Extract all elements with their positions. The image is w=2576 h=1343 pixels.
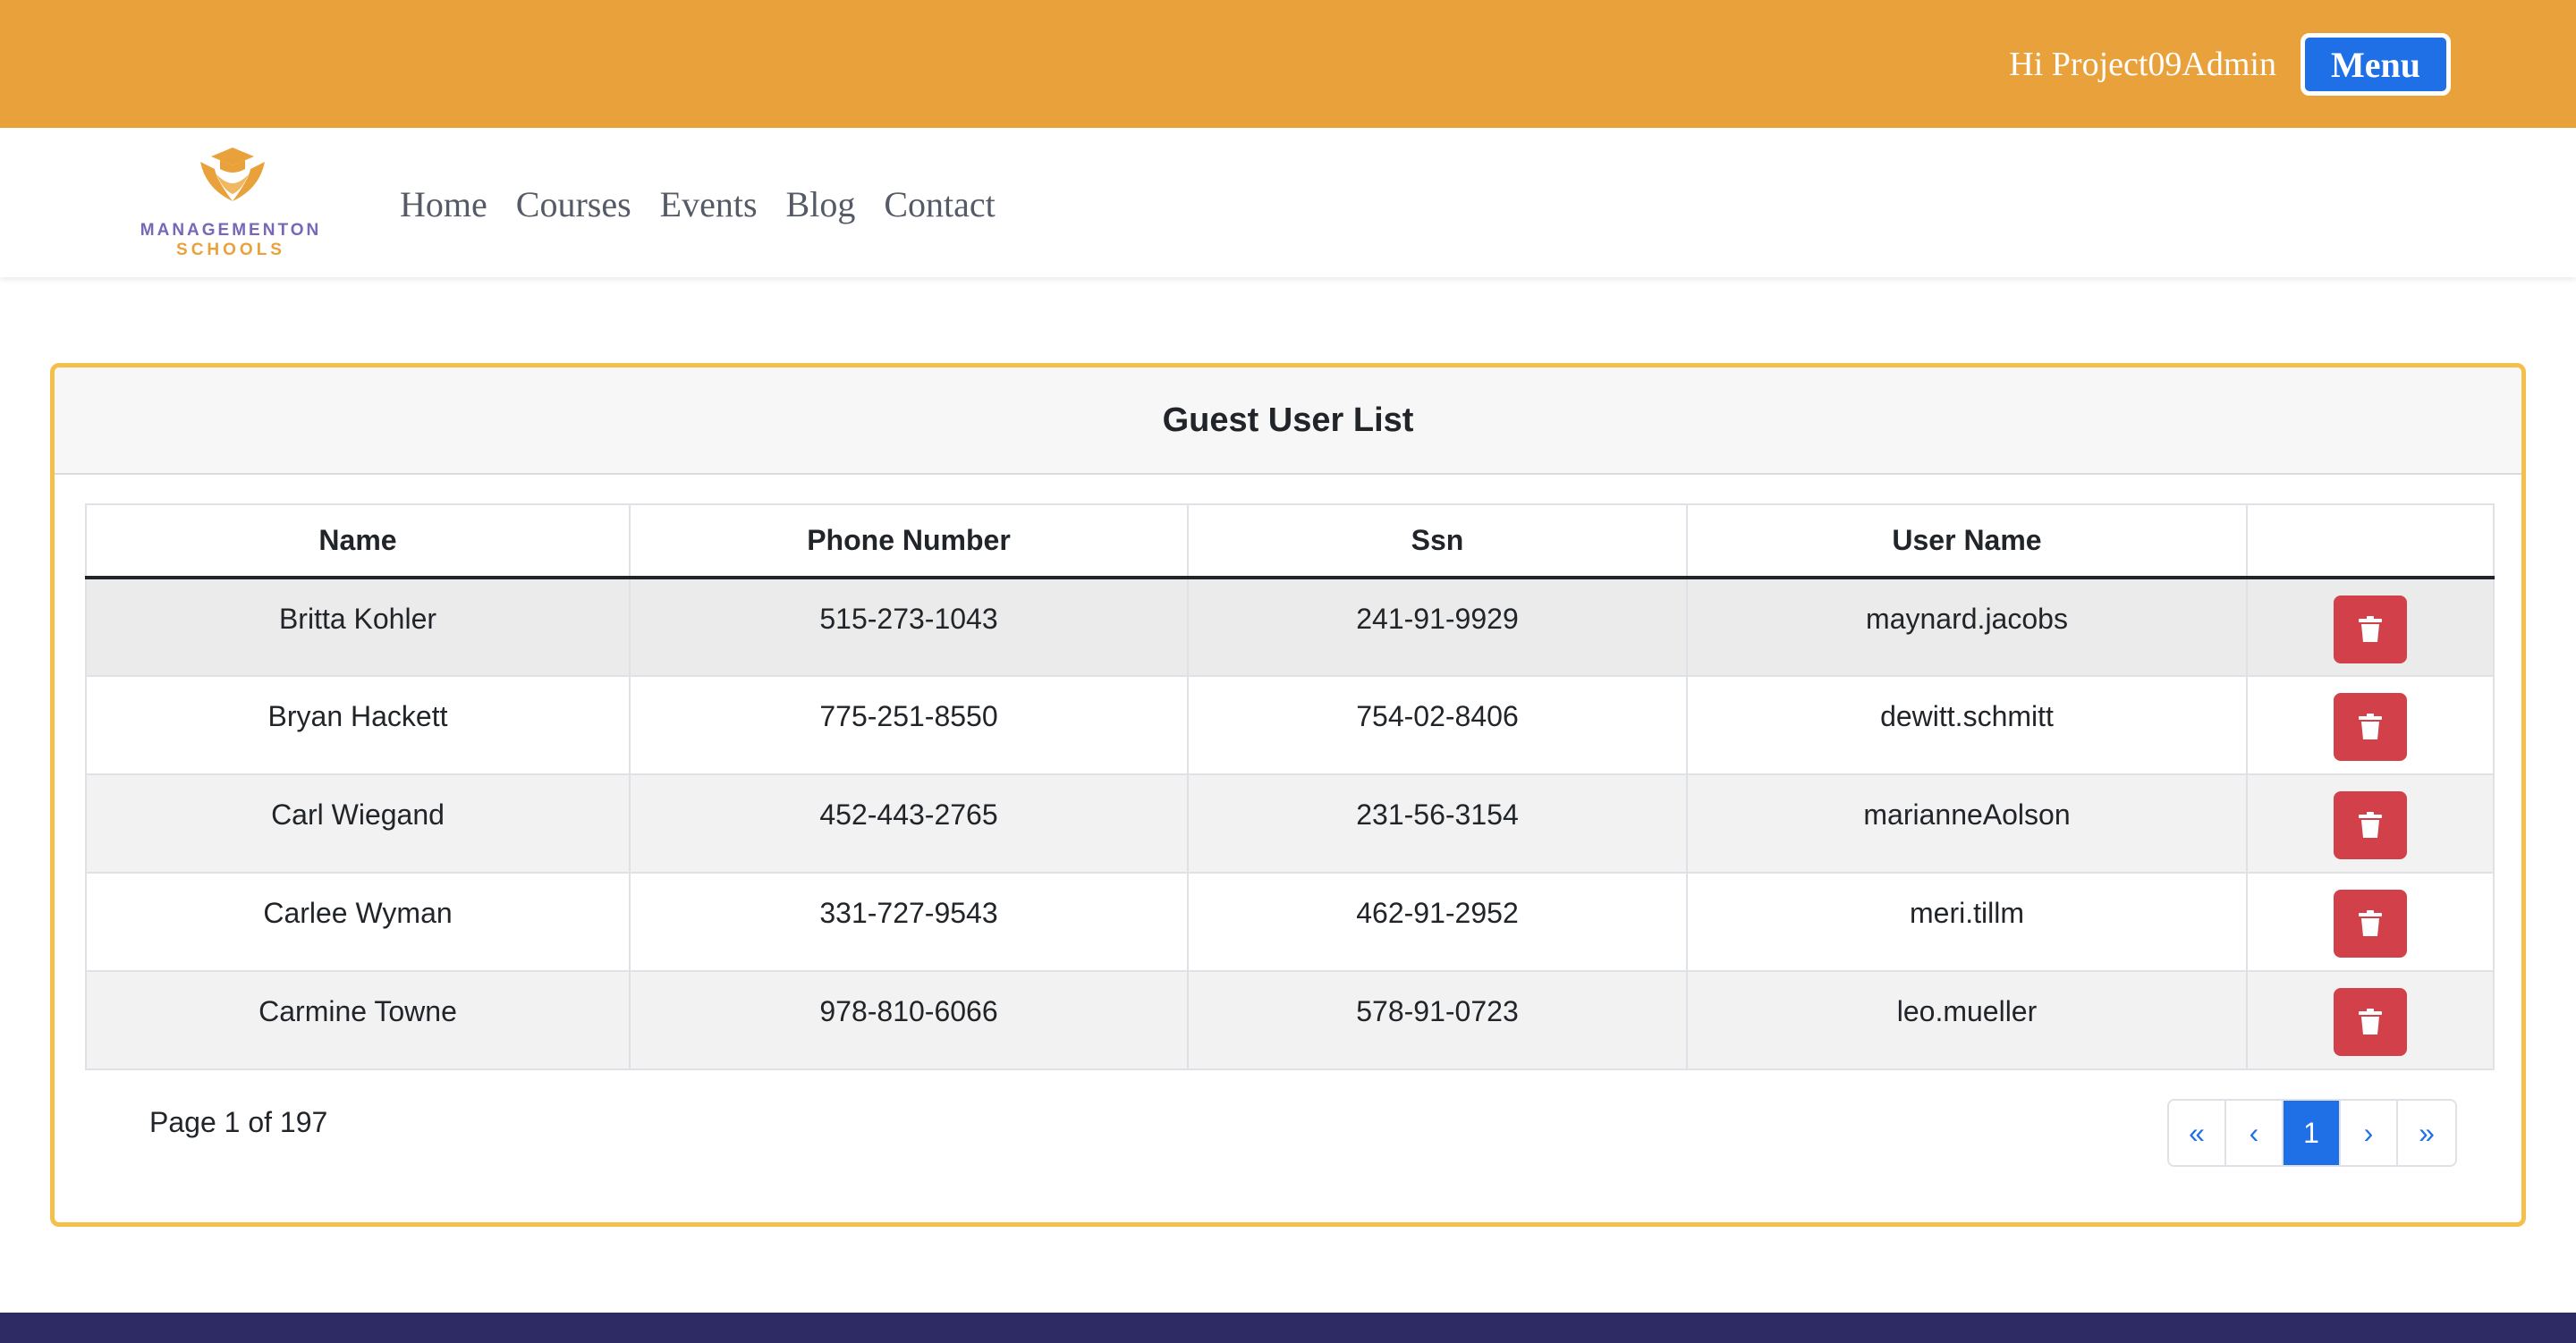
cell-ssn: 231-56-3154 <box>1187 773 1688 874</box>
table-row: Carlee Wyman 331-727-9543 462-91-2952 me… <box>85 872 2495 972</box>
cell-username: meri.tillm <box>1686 872 2248 972</box>
trash-icon <box>2359 812 2382 838</box>
cell-name: Britta Kohler <box>85 577 631 677</box>
delete-button[interactable] <box>2334 595 2407 663</box>
column-header-name: Name <box>85 503 631 579</box>
cell-phone: 331-727-9543 <box>629 872 1189 972</box>
delete-button[interactable] <box>2334 693 2407 761</box>
cell-ssn: 754-02-8406 <box>1187 675 1688 775</box>
table-row: Carmine Towne 978-810-6066 578-91-0723 l… <box>85 970 2495 1070</box>
table-header-row: Name Phone Number Ssn User Name <box>85 503 2495 579</box>
logo[interactable]: MANAGEMENTON SCHOOLS <box>134 144 331 259</box>
trash-icon <box>2359 714 2382 739</box>
guest-user-card: Guest User List Name Phone Number Ssn Us… <box>50 363 2526 1227</box>
cell-actions <box>2246 773 2495 874</box>
cell-username: maynard.jacobs <box>1686 577 2248 677</box>
column-header-phone: Phone Number <box>629 503 1189 579</box>
cell-ssn: 578-91-0723 <box>1187 970 1688 1070</box>
trash-icon <box>2359 910 2382 936</box>
logo-text-line2: SCHOOLS <box>176 241 285 259</box>
cell-actions <box>2246 970 2495 1070</box>
footer <box>0 1313 2576 1343</box>
nav-home[interactable]: Home <box>400 183 487 225</box>
trash-icon <box>2359 616 2382 642</box>
cell-ssn: 241-91-9929 <box>1187 577 1688 677</box>
guest-user-table: Name Phone Number Ssn User Name Britta K… <box>85 503 2495 1070</box>
user-greeting: Hi Project09Admin <box>2009 46 2276 83</box>
page-info: Page 1 of 197 <box>149 1106 328 1138</box>
nav-links: Home Courses Events Blog Contact <box>400 183 996 225</box>
cell-username: marianneAolson <box>1686 773 2248 874</box>
next-page-button[interactable]: › <box>2341 1101 2398 1165</box>
nav-contact[interactable]: Contact <box>884 183 995 225</box>
cell-name: Carmine Towne <box>85 970 631 1070</box>
prev-page-button[interactable]: ‹ <box>2226 1101 2284 1165</box>
cell-name: Carl Wiegand <box>85 773 631 874</box>
cell-ssn: 462-91-2952 <box>1187 872 1688 972</box>
column-header-username: User Name <box>1686 503 2248 579</box>
nav-courses[interactable]: Courses <box>516 183 631 225</box>
cell-actions <box>2246 872 2495 972</box>
trash-icon <box>2359 1009 2382 1035</box>
cell-phone: 978-810-6066 <box>629 970 1189 1070</box>
current-page-button[interactable]: 1 <box>2284 1101 2341 1165</box>
card-title: Guest User List <box>1162 401 1414 439</box>
column-header-actions <box>2246 503 2495 579</box>
last-page-button[interactable]: » <box>2398 1101 2455 1165</box>
nav-events[interactable]: Events <box>660 183 758 225</box>
navbar: MANAGEMENTON SCHOOLS Home Courses Events… <box>0 128 2576 277</box>
cell-username: dewitt.schmitt <box>1686 675 2248 775</box>
column-header-ssn: Ssn <box>1187 503 1688 579</box>
cell-phone: 452-443-2765 <box>629 773 1189 874</box>
table-row: Bryan Hackett 775-251-8550 754-02-8406 d… <box>85 675 2495 775</box>
card-header: Guest User List <box>55 367 2521 475</box>
cell-username: leo.mueller <box>1686 970 2248 1070</box>
top-bar: Hi Project09Admin Menu <box>0 0 2576 128</box>
first-page-button[interactable]: « <box>2169 1101 2226 1165</box>
table-row: Britta Kohler 515-273-1043 241-91-9929 m… <box>85 577 2495 677</box>
table-row: Carl Wiegand 452-443-2765 231-56-3154 ma… <box>85 773 2495 874</box>
delete-button[interactable] <box>2334 988 2407 1056</box>
logo-text-line1: MANAGEMENTON <box>140 221 322 240</box>
delete-button[interactable] <box>2334 791 2407 859</box>
pagination: « ‹ 1 › » <box>2167 1099 2457 1167</box>
delete-button[interactable] <box>2334 890 2407 958</box>
nav-blog[interactable]: Blog <box>786 183 856 225</box>
cell-name: Carlee Wyman <box>85 872 631 972</box>
graduation-cap-icon <box>200 148 265 201</box>
menu-button[interactable]: Menu <box>2301 33 2451 96</box>
cell-actions <box>2246 675 2495 775</box>
cell-phone: 775-251-8550 <box>629 675 1189 775</box>
cell-actions <box>2246 577 2495 677</box>
cell-phone: 515-273-1043 <box>629 577 1189 677</box>
cell-name: Bryan Hackett <box>85 675 631 775</box>
